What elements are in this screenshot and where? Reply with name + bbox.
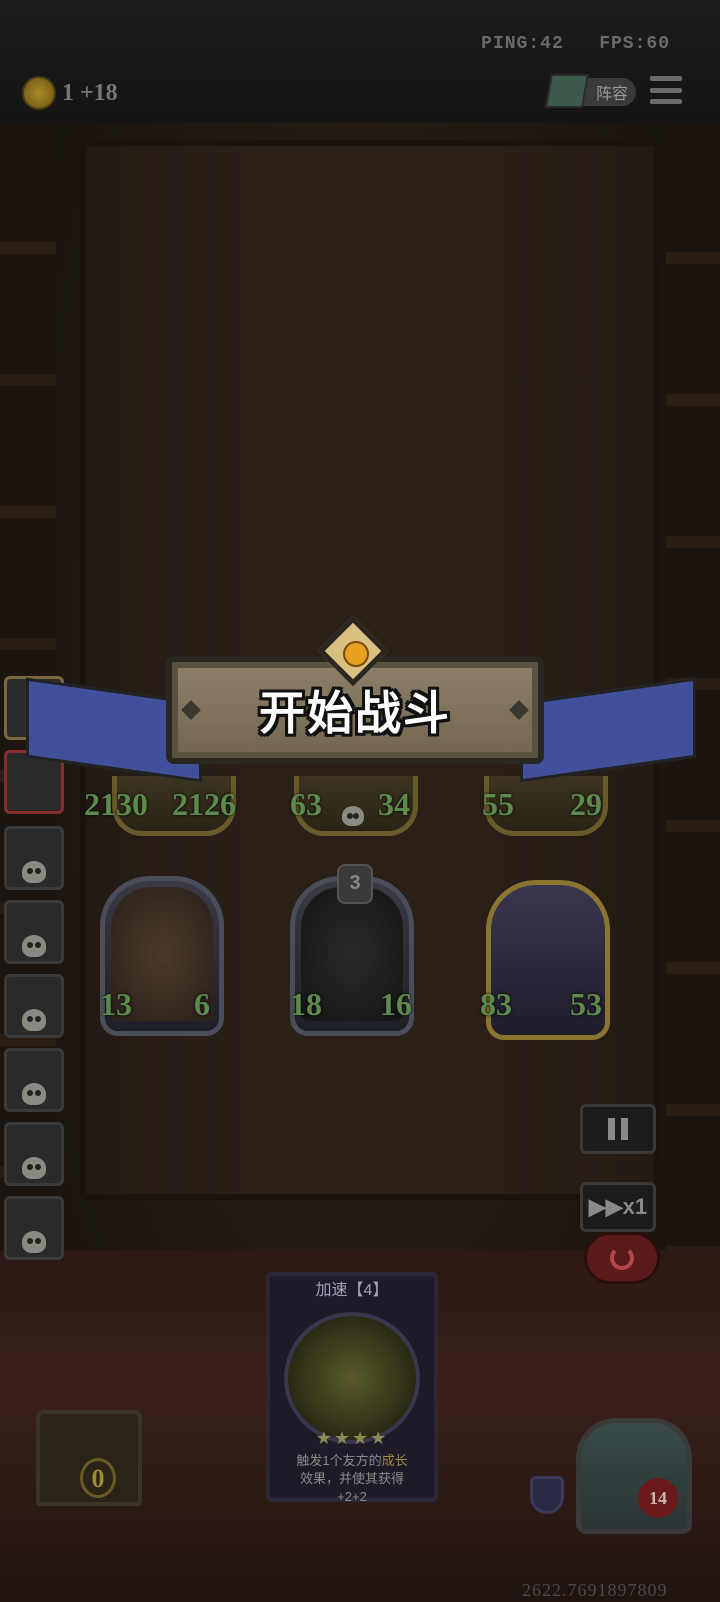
enemy-3-attack: 55 <box>482 786 514 822</box>
skill-card-art <box>284 1312 420 1444</box>
surrender-button[interactable] <box>584 1232 660 1284</box>
gold-bonus: +18 <box>80 79 118 106</box>
hero-portrait[interactable] <box>576 1418 692 1534</box>
side-portrait-5[interactable] <box>4 974 64 1038</box>
skull-icon <box>342 806 364 826</box>
health-heart: 14 <box>638 1478 678 1518</box>
unit-1-attack: 13 <box>100 986 132 1022</box>
skull-icon <box>22 861 46 883</box>
unit-3-attack: 83 <box>480 986 512 1022</box>
score-readout: 2622.7691897809 <box>522 1580 668 1600</box>
unit-2-health: 16 <box>380 986 412 1022</box>
side-portrait-4[interactable] <box>4 900 64 964</box>
pause-button[interactable] <box>580 1104 656 1154</box>
side-portrait-7[interactable] <box>4 1122 64 1186</box>
unit-1-health: 6 <box>194 986 210 1022</box>
book-icon <box>545 74 589 108</box>
fps-text: FPS:60 <box>599 34 670 54</box>
side-portrait-6[interactable] <box>4 1048 64 1112</box>
pause-icon <box>608 1118 628 1140</box>
speed-button[interactable]: ▶▶x1 <box>580 1182 656 1232</box>
player-health: 14 <box>649 1488 667 1508</box>
speed-label: ▶▶x1 <box>588 1194 648 1219</box>
coin-icon <box>22 76 56 110</box>
unit-3-health: 53 <box>570 986 602 1022</box>
side-portrait-8[interactable] <box>4 1196 64 1260</box>
skull-icon <box>22 1083 46 1105</box>
enemy-1-attack: 2130 <box>84 786 148 822</box>
enemy-3-health: 29 <box>570 786 602 822</box>
unit-level-badge: 3 <box>337 864 373 904</box>
menu-icon[interactable] <box>650 76 682 104</box>
desc-prefix: 触发1个友方的 <box>296 1453 382 1468</box>
ping-text: PING:42 <box>481 34 564 54</box>
side-portrait-3[interactable] <box>4 826 64 890</box>
skill-card-description: 触发1个友方的成长 效果，并使其获得 +2+2 <box>270 1452 434 1506</box>
desc-line3: +2+2 <box>337 1489 367 1504</box>
skull-icon <box>22 1157 46 1179</box>
skill-card-title: 加速【4】 <box>315 1282 389 1299</box>
desc-line2: 效果，并使其获得 <box>299 1471 404 1486</box>
enemy-1-health: 2126 <box>172 786 236 822</box>
enemy-2-health: 34 <box>378 786 410 822</box>
skull-icon <box>22 1009 46 1031</box>
gem-icon <box>343 641 369 667</box>
shield-icon <box>530 1476 564 1514</box>
power-icon <box>610 1246 634 1270</box>
skull-icon <box>22 1231 46 1253</box>
skull-icon <box>22 935 46 957</box>
unit-2-attack: 18 <box>290 986 322 1022</box>
chest-count: 0 <box>80 1458 116 1498</box>
skill-card-stars: ★★★★ <box>315 1428 389 1448</box>
enemy-2-attack: 63 <box>290 786 322 822</box>
desc-highlight: 成长 <box>381 1453 408 1468</box>
gold-amount: 1 <box>62 79 74 106</box>
network-status: PING:42 FPS:60 <box>481 34 670 54</box>
gold-counter: 1 +18 <box>22 76 118 110</box>
lineup-label: 阵容 <box>595 86 628 103</box>
